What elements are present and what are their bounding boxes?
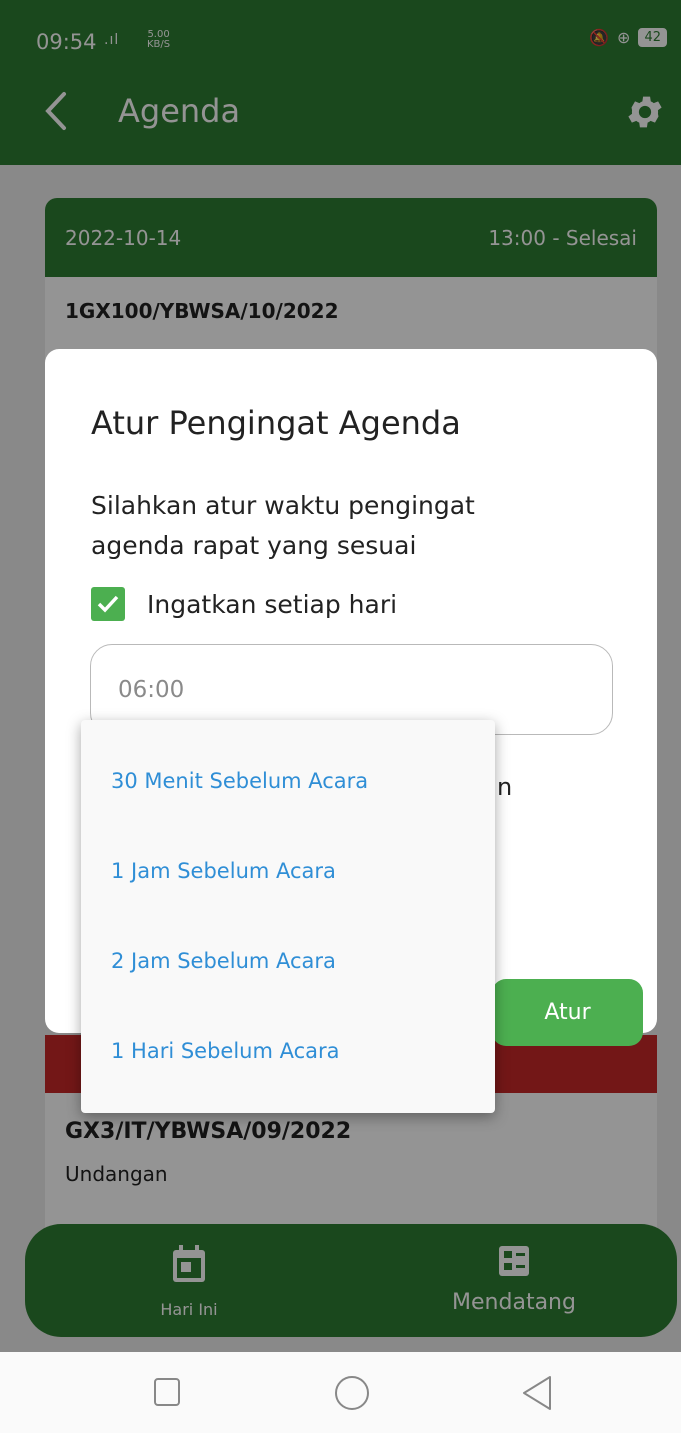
- daily-reminder-checkbox[interactable]: [91, 587, 125, 621]
- menu-item-30-minutes[interactable]: 30 Menit Sebelum Acara: [81, 736, 495, 826]
- check-icon: [97, 595, 119, 613]
- menu-item-1-hour[interactable]: 1 Jam Sebelum Acara: [81, 826, 495, 916]
- daily-reminder-label: Ingatkan setiap hari: [147, 589, 398, 619]
- back-icon[interactable]: [520, 1374, 554, 1412]
- system-nav-bar: [0, 1352, 681, 1433]
- dialog-title: Atur Pengingat Agenda: [91, 404, 461, 442]
- reminder-options-menu: 30 Menit Sebelum Acara 1 Jam Sebelum Aca…: [81, 720, 495, 1113]
- daily-reminder-row[interactable]: Ingatkan setiap hari: [91, 587, 397, 621]
- home-icon[interactable]: [333, 1374, 371, 1412]
- menu-item-2-hours[interactable]: 2 Jam Sebelum Acara: [81, 916, 495, 1006]
- partially-hidden-text: n: [497, 773, 513, 801]
- confirm-button[interactable]: Atur: [492, 979, 643, 1046]
- recent-apps-icon[interactable]: [152, 1374, 182, 1410]
- menu-item-1-day[interactable]: 1 Hari Sebelum Acara: [81, 1006, 495, 1096]
- dialog-message: Silahkan atur waktu pengingat agenda rap…: [91, 491, 475, 560]
